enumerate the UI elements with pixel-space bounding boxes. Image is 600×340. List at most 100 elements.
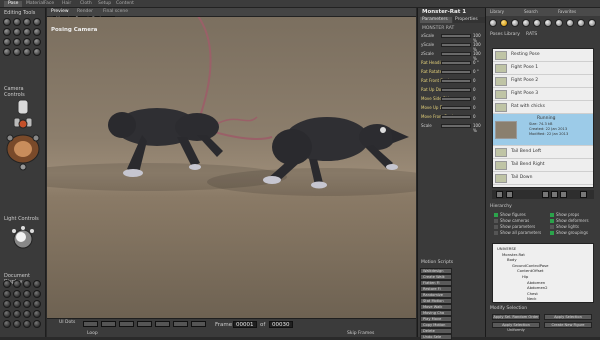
document-viewport[interactable]: Posing Camera xyxy=(47,17,416,318)
parameter-slider[interactable] xyxy=(441,79,471,83)
hierarchy-checkbox[interactable]: Show all parameters xyxy=(494,230,541,235)
parameter-value[interactable]: 0 xyxy=(473,78,476,83)
apply-icon[interactable] xyxy=(496,191,503,198)
room-tab-content[interactable]: Content xyxy=(112,1,138,7)
hierarchy-node[interactable]: Monster-Rat xyxy=(502,252,525,257)
library-item[interactable]: Tail Bend Right xyxy=(493,159,593,172)
display-style-icon[interactable] xyxy=(33,310,41,318)
library-tab-library[interactable]: Library xyxy=(490,9,504,14)
display-style-icon[interactable] xyxy=(3,300,11,308)
parameter-dial[interactable]: Rat Up Down 0 xyxy=(421,87,485,93)
expand-icon[interactable] xyxy=(580,191,587,198)
display-style-icon[interactable] xyxy=(3,290,11,298)
display-style-icon[interactable] xyxy=(13,290,21,298)
editing-tool-icon[interactable] xyxy=(23,38,31,46)
display-style-icon[interactable] xyxy=(33,300,41,308)
display-style-icon[interactable] xyxy=(33,290,41,298)
modify-selection-button[interactable]: Apply Sel. Random Order xyxy=(492,314,540,320)
hierarchy-node[interactable]: UNIVERSE xyxy=(497,246,516,251)
apply-alt-icon[interactable] xyxy=(506,191,513,198)
hierarchy-node[interactable]: ContentOffset xyxy=(517,268,544,273)
display-style-icon[interactable] xyxy=(3,320,11,328)
display-style-icon[interactable] xyxy=(13,300,21,308)
library-category-icon[interactable] xyxy=(555,19,563,27)
editing-tool-icon[interactable] xyxy=(3,18,11,26)
parameter-value[interactable]: 0 xyxy=(473,87,476,92)
frame-total-field[interactable]: 00030 xyxy=(269,321,293,328)
parameter-value[interactable]: 0 ° xyxy=(473,60,479,65)
hierarchy-node[interactable]: GroundControlPose xyxy=(512,263,548,268)
parameter-slider[interactable] xyxy=(441,124,471,128)
playback-button[interactable] xyxy=(191,321,206,327)
parameter-slider[interactable] xyxy=(441,88,471,92)
room-tab-hair[interactable]: Hair xyxy=(58,1,75,7)
library-category-icon[interactable] xyxy=(533,19,541,27)
display-style-icon[interactable] xyxy=(33,320,41,328)
display-style-icon[interactable] xyxy=(13,320,21,328)
modify-selection-button[interactable]: Apply Selection Uniformly xyxy=(492,322,540,332)
hierarchy-checkbox[interactable]: Show cameras xyxy=(494,218,529,223)
library-category-icon[interactable] xyxy=(566,19,574,27)
playback-button[interactable] xyxy=(155,321,170,327)
display-style-icon[interactable] xyxy=(13,280,21,288)
library-category-icon[interactable] xyxy=(500,19,508,27)
playback-button[interactable] xyxy=(83,321,98,327)
library-category-icon[interactable] xyxy=(522,19,530,27)
library-item[interactable]: Fight Pose 1 xyxy=(493,62,593,75)
parameter-value[interactable]: 0 xyxy=(473,96,476,101)
editing-tool-icon[interactable] xyxy=(3,38,11,46)
library-item[interactable]: Tail Relaxed xyxy=(493,185,593,187)
parameter-value[interactable]: 0 xyxy=(473,105,476,110)
library-item[interactable]: Tail Down xyxy=(493,172,593,185)
playback-button[interactable] xyxy=(137,321,152,327)
parameter-dial[interactable]: zScale 100 % xyxy=(421,51,485,61)
hierarchy-node[interactable]: Abdomen xyxy=(527,280,545,285)
editing-tool-icon[interactable] xyxy=(13,28,21,36)
display-style-icon[interactable] xyxy=(3,310,11,318)
parameter-dial[interactable]: yScale 100 % xyxy=(421,42,485,52)
parameter-dial[interactable]: Rat Front Back 0 xyxy=(421,78,485,84)
hierarchy-checkbox[interactable]: Show lights xyxy=(550,224,579,229)
library-breadcrumb[interactable]: Poses Library xyxy=(490,32,520,38)
display-style-icon[interactable] xyxy=(13,310,21,318)
library-category-icon[interactable] xyxy=(577,19,585,27)
display-style-icon[interactable] xyxy=(23,320,31,328)
parameter-slider[interactable] xyxy=(441,97,471,101)
library-item[interactable]: Fight Pose 3 xyxy=(493,88,593,101)
parameter-dial[interactable]: Rat Heading 0 ° xyxy=(421,60,485,66)
hierarchy-node[interactable]: Abdomen2 xyxy=(527,285,548,290)
library-tab-search[interactable]: Search xyxy=(524,9,538,14)
remove-icon[interactable] xyxy=(542,191,549,198)
library-item[interactable]: Resting Pose xyxy=(493,49,593,62)
hierarchy-node[interactable]: Hip xyxy=(522,274,528,279)
editing-tool-icon[interactable] xyxy=(23,48,31,56)
hierarchy-node[interactable]: Body xyxy=(507,257,517,262)
library-folder[interactable]: RATS xyxy=(526,32,537,38)
parameter-value[interactable]: 0 xyxy=(473,114,476,119)
parameter-dial[interactable]: Rat Rotate 0 ° xyxy=(421,69,485,75)
library-item[interactable]: Rat with chicks xyxy=(493,101,593,114)
library-category-icon[interactable] xyxy=(544,19,552,27)
tab-properties[interactable]: Properties xyxy=(453,17,485,23)
library-category-icon[interactable] xyxy=(588,19,596,27)
editing-tool-icon[interactable] xyxy=(33,18,41,26)
parameter-value[interactable]: 100 % xyxy=(473,123,485,133)
parameter-slider[interactable] xyxy=(441,61,471,65)
motion-script-button[interactable]: Undo Sele xyxy=(420,334,452,340)
editing-tool-icon[interactable] xyxy=(13,18,21,26)
viewport-tab-preview[interactable]: Preview xyxy=(51,9,69,15)
camera-controls-widget[interactable] xyxy=(4,94,42,174)
editing-tool-icon[interactable] xyxy=(33,48,41,56)
parameter-slider[interactable] xyxy=(441,43,471,47)
display-style-icon[interactable] xyxy=(3,280,11,288)
skip-frames-label[interactable]: Skip Frames xyxy=(347,331,374,337)
hierarchy-checkbox[interactable]: Show props xyxy=(550,212,579,217)
light-controls-widget[interactable] xyxy=(10,226,36,252)
loop-label[interactable]: Loop xyxy=(87,331,98,337)
hierarchy-node[interactable]: Chest xyxy=(527,291,538,296)
library-item[interactable]: Fight Pose 2 xyxy=(493,75,593,88)
library-category-icon[interactable] xyxy=(511,19,519,27)
playback-button[interactable] xyxy=(101,321,116,327)
editing-tool-icon[interactable] xyxy=(23,18,31,26)
room-tab-pose[interactable]: Pose xyxy=(4,1,23,7)
